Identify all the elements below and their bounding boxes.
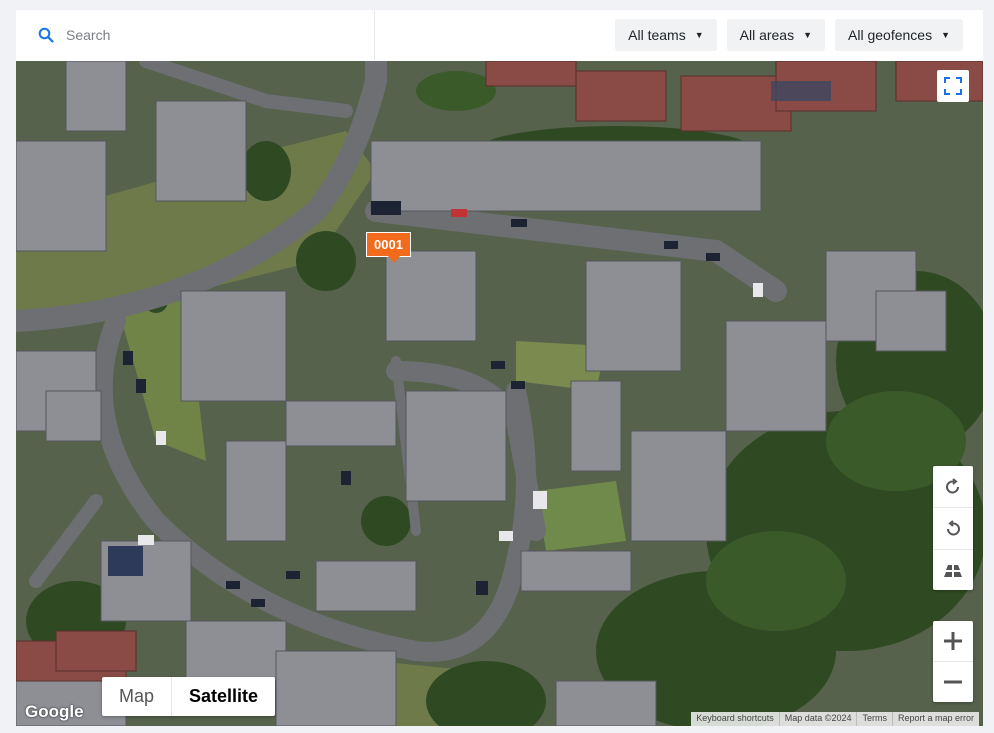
rotate-counterclockwise-icon	[947, 519, 960, 535]
search-icon	[38, 27, 54, 43]
zoom-out-button[interactable]	[933, 662, 973, 702]
rotate-counterclockwise-button[interactable]	[933, 508, 973, 550]
fullscreen-button[interactable]	[937, 70, 969, 102]
tilt-button[interactable]	[933, 550, 973, 591]
fullscreen-icon	[944, 77, 962, 95]
map-panel: All teams ▼ All areas ▼ All geofences ▼	[16, 10, 983, 726]
caret-down-icon: ▼	[941, 30, 950, 40]
plus-icon	[944, 632, 962, 650]
geofences-filter[interactable]: All geofences ▼	[835, 19, 963, 51]
tilt-icon	[944, 564, 962, 577]
map-type-map-button[interactable]: Map	[102, 677, 171, 716]
caret-down-icon: ▼	[803, 30, 813, 40]
rotate-controls	[933, 466, 973, 590]
minus-icon	[944, 680, 962, 684]
satellite-imagery	[16, 61, 983, 726]
teams-filter[interactable]: All teams ▼	[615, 19, 717, 51]
search-input[interactable]	[64, 26, 348, 44]
google-logo: Google	[25, 702, 84, 721]
map-type-satellite-button[interactable]: Satellite	[171, 677, 275, 716]
toolbar: All teams ▼ All areas ▼ All geofences ▼	[16, 10, 983, 60]
zoom-in-button[interactable]	[933, 621, 973, 662]
filter-group: All teams ▼ All areas ▼ All geofences ▼	[615, 19, 963, 51]
areas-filter[interactable]: All areas ▼	[726, 19, 826, 51]
search-box	[16, 10, 375, 60]
rotate-clockwise-icon	[946, 477, 959, 493]
report-error-link[interactable]: Report a map error	[893, 712, 979, 726]
areas-filter-label: All areas	[739, 27, 795, 43]
asset-marker[interactable]: 0001	[366, 232, 411, 263]
terms-link[interactable]: Terms	[857, 712, 893, 726]
teams-filter-label: All teams	[628, 27, 686, 43]
map-attribution: Keyboard shortcuts Map data ©2024 Terms …	[691, 712, 979, 726]
map-type-switcher: Map Satellite	[102, 677, 276, 716]
satellite-map[interactable]: 0001 Map Satellite Google Keyboard short…	[16, 61, 983, 726]
keyboard-shortcuts-link[interactable]: Keyboard shortcuts	[691, 712, 780, 726]
zoom-controls	[933, 621, 973, 702]
map-data-label: Map data ©2024	[780, 712, 858, 726]
rotate-clockwise-button[interactable]	[933, 466, 973, 508]
geofences-filter-label: All geofences	[848, 27, 933, 43]
caret-down-icon: ▼	[694, 30, 704, 40]
